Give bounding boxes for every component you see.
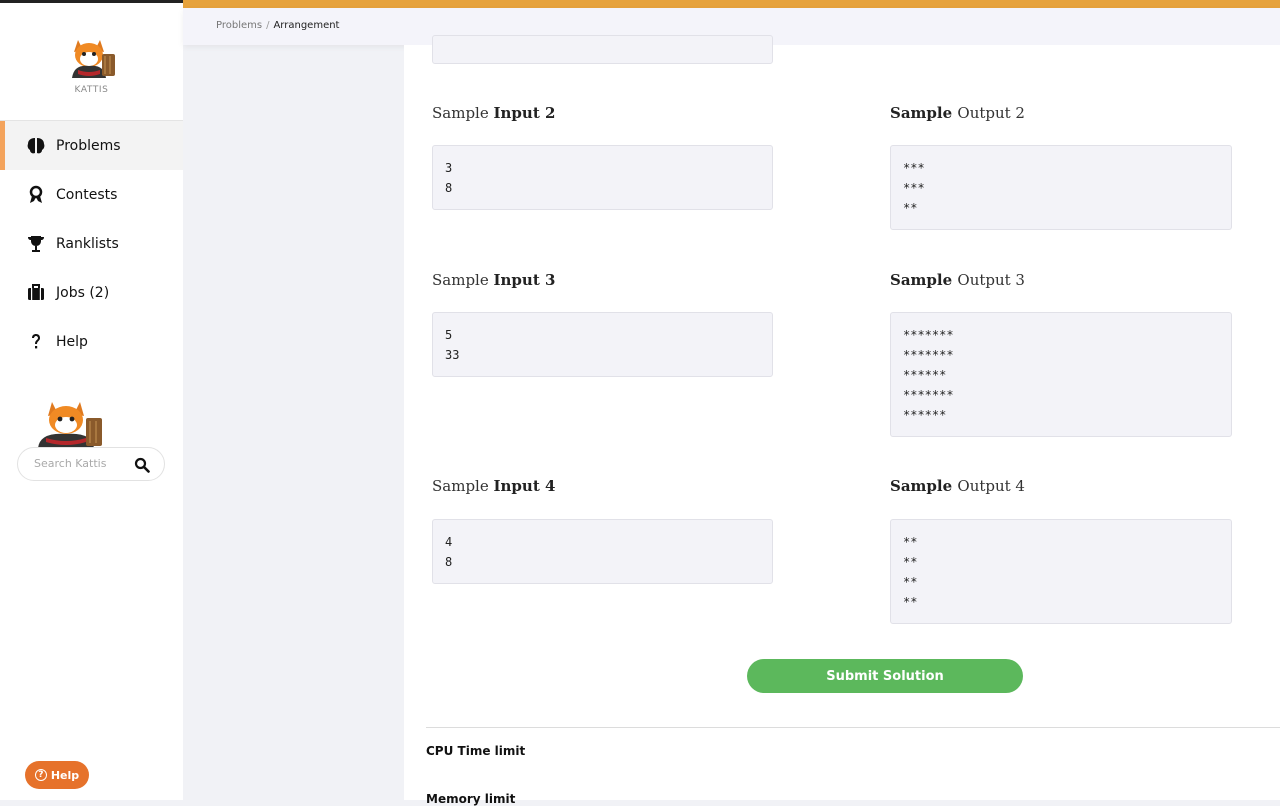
kattis-mascot-icon xyxy=(38,402,102,448)
brand-name: KATTIS xyxy=(74,85,109,95)
search-input[interactable] xyxy=(32,456,132,471)
sample-input-box[interactable]: 3 8 xyxy=(432,145,773,210)
cpu-time-limit-label: CPU Time limit xyxy=(426,744,526,758)
briefcase-icon xyxy=(26,283,46,303)
nav-label-help: Help xyxy=(56,333,88,350)
previous-sample-box xyxy=(432,35,773,64)
sample-output-heading: Sample Output 4 xyxy=(890,477,1025,495)
sidebar: KATTIS Problems Contests Ranklists Jobs … xyxy=(0,3,183,800)
search-icon[interactable] xyxy=(134,457,150,473)
sample-input-box[interactable]: 4 8 xyxy=(432,519,773,584)
sample-output-box[interactable]: ******* ******* ****** ******* ****** xyxy=(890,312,1232,437)
question-icon xyxy=(26,332,46,352)
memory-limit-label: Memory limit xyxy=(426,792,516,806)
main-nav: Problems Contests Ranklists Jobs (2) Hel… xyxy=(0,120,183,366)
nav-item-help[interactable]: Help xyxy=(0,317,183,366)
sample-input-heading: Sample Input 3 xyxy=(432,271,556,289)
sample-output-heading: Sample Output 2 xyxy=(890,104,1025,122)
submit-solution-button[interactable]: Submit Solution xyxy=(747,659,1023,693)
nav-item-ranklists[interactable]: Ranklists xyxy=(0,219,183,268)
breadcrumb-separator: / xyxy=(266,20,270,31)
help-floating-label: Help xyxy=(50,768,80,782)
divider xyxy=(426,727,1280,728)
breadcrumb-root[interactable]: Problems xyxy=(216,20,262,31)
nav-label-problems: Problems xyxy=(56,137,121,154)
brand[interactable]: KATTIS xyxy=(0,3,183,120)
nav-label-ranklists: Ranklists xyxy=(56,235,119,252)
problem-content: Sample Input 2 Sample Output 2 3 8 *** *… xyxy=(404,35,1280,806)
sample-output-heading: Sample Output 3 xyxy=(890,271,1025,289)
nav-item-problems[interactable]: Problems xyxy=(0,121,183,170)
sample-output-box[interactable]: ** ** ** ** xyxy=(890,519,1232,624)
award-icon xyxy=(26,185,46,205)
breadcrumb-current: Arrangement xyxy=(273,20,340,31)
search-box xyxy=(17,447,165,481)
sample-input-heading: Sample Input 2 xyxy=(432,104,556,122)
nav-item-contests[interactable]: Contests xyxy=(0,170,183,219)
nav-item-jobs[interactable]: Jobs (2) xyxy=(0,268,183,317)
nav-label-jobs: Jobs (2) xyxy=(56,284,110,301)
help-floating-button[interactable]: ? Help xyxy=(25,761,89,789)
top-accent-bar xyxy=(183,0,1280,8)
sample-input-box[interactable]: 5 33 xyxy=(432,312,773,377)
sample-input-heading: Sample Input 4 xyxy=(432,477,556,495)
brain-icon xyxy=(26,136,46,156)
sample-output-box[interactable]: *** *** ** xyxy=(890,145,1232,230)
question-circle-icon: ? xyxy=(34,769,47,781)
trophy-icon xyxy=(26,234,46,254)
nav-label-contests: Contests xyxy=(56,186,118,203)
breadcrumb: Problems / Arrangement xyxy=(216,20,339,31)
kattis-logo-icon xyxy=(72,40,115,78)
